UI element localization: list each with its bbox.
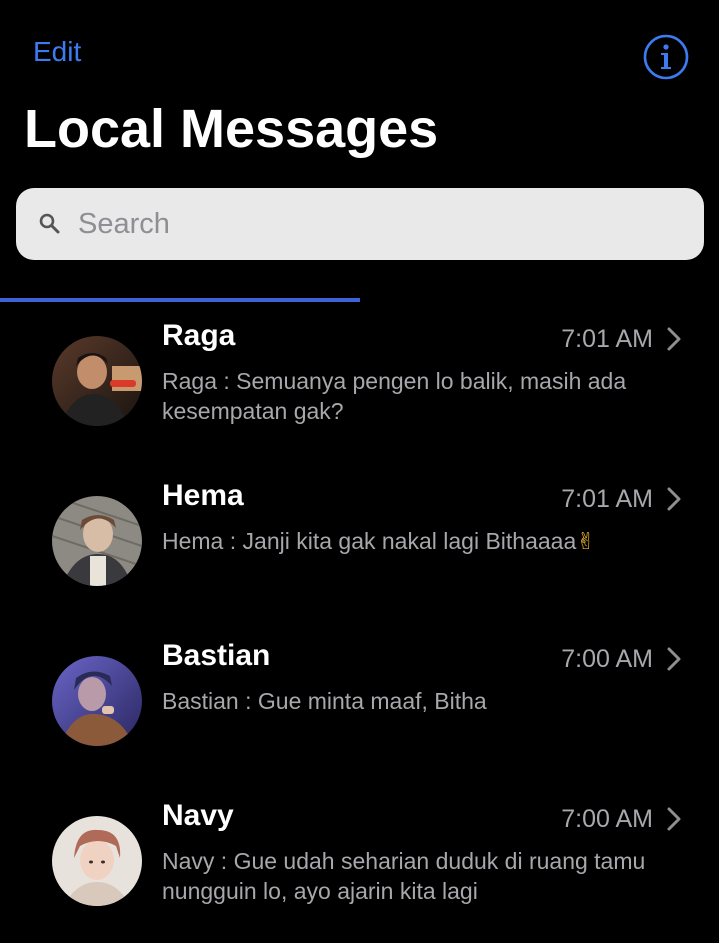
- message-time: 7:00 AM: [561, 645, 653, 673]
- conversation-row-raga[interactable]: Raga 7:01 AM Raga : Semuanya pengen lo b…: [0, 303, 719, 463]
- victory-hand-emoji: ✌: [576, 529, 596, 555]
- chevron-right-icon: [667, 647, 681, 671]
- info-button[interactable]: [643, 34, 689, 80]
- chevron-right-icon: [667, 327, 681, 351]
- contact-name: Bastian: [162, 639, 271, 672]
- contact-name: Hema: [162, 479, 244, 512]
- search-input[interactable]: [78, 188, 678, 260]
- chevron-right-icon: [667, 807, 681, 831]
- magnifier-icon: [39, 213, 60, 234]
- message-time: 7:01 AM: [561, 325, 653, 353]
- conversation-row-navy[interactable]: Navy 7:00 AM Navy : Gue udah seharian du…: [0, 783, 719, 943]
- conversation-row-hema[interactable]: Hema 7:01 AM Hema : Janji kita gak nakal…: [0, 463, 719, 623]
- avatar: [52, 336, 142, 426]
- avatar: [52, 496, 142, 586]
- message-time: 7:01 AM: [561, 485, 653, 513]
- loading-progress-bar: [0, 298, 719, 302]
- search-bar[interactable]: [16, 188, 704, 260]
- avatar: [52, 816, 142, 906]
- message-time: 7:00 AM: [561, 805, 653, 833]
- conversation-list: Raga 7:01 AM Raga : Semuanya pengen lo b…: [0, 303, 719, 943]
- contact-name: Raga: [162, 319, 236, 352]
- edit-button[interactable]: Edit: [33, 34, 81, 70]
- contact-name: Navy: [162, 799, 234, 832]
- message-preview: Hema : Janji kita gak nakal lagi Bithaaa…: [162, 528, 596, 555]
- avatar: [52, 656, 142, 746]
- message-preview: Navy : Gue udah seharian duduk di ruang …: [162, 848, 646, 904]
- chevron-right-icon: [667, 487, 681, 511]
- page-title: Local Messages: [24, 99, 439, 159]
- conversation-row-bastian[interactable]: Bastian 7:00 AM Bastian : Gue minta maaf…: [0, 623, 719, 783]
- message-preview: Raga : Semuanya pengen lo balik, masih a…: [162, 368, 627, 424]
- message-preview: Bastian : Gue minta maaf, Bitha: [162, 688, 487, 714]
- progress-fill: [0, 298, 360, 302]
- info-circle-icon: [643, 34, 689, 80]
